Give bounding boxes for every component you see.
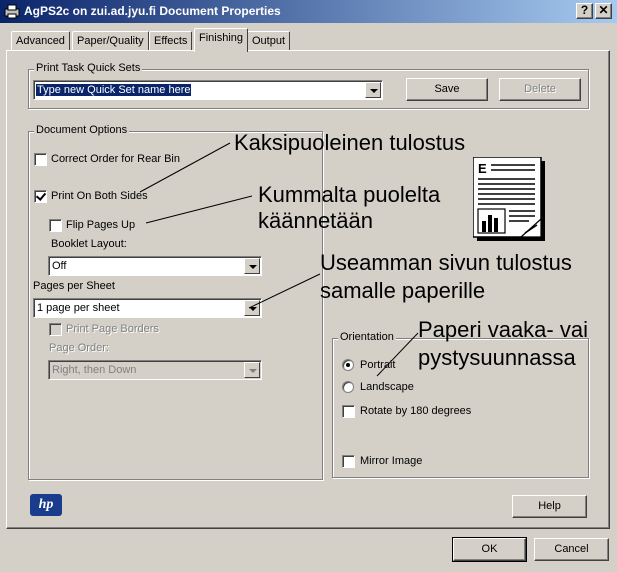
- help-caption-button[interactable]: ?: [576, 3, 593, 19]
- annotation-orientation-line1: Paperi vaaka- vai: [418, 317, 588, 342]
- tab-effects[interactable]: Effects: [149, 31, 193, 51]
- pages-per-sheet-combo[interactable]: 1 page per sheet: [33, 298, 262, 318]
- quick-set-value: Type new Quick Set name here: [36, 84, 192, 96]
- annotation-orientation-line2: pystysuunnassa: [418, 345, 576, 370]
- landscape-radio[interactable]: [342, 381, 354, 393]
- print-both-sides-checkbox[interactable]: [34, 190, 47, 203]
- orientation-label: Orientation: [338, 331, 396, 343]
- document-preview-icon: E: [473, 157, 545, 241]
- page-order-combo[interactable]: Right, then Down: [48, 360, 262, 380]
- flip-pages-up-label: Flip Pages Up: [66, 219, 136, 231]
- print-page-borders-label: Print Page Borders: [66, 323, 159, 335]
- chevron-down-icon[interactable]: [244, 258, 260, 274]
- pages-per-sheet-value: 1 page per sheet: [37, 302, 120, 314]
- page-order-label: Page Order:: [49, 342, 109, 354]
- annotation-duplex: Kaksipuoleinen tulostus: [234, 130, 466, 155]
- tab-paper-quality[interactable]: Paper/Quality: [72, 31, 149, 51]
- ok-button[interactable]: OK: [452, 537, 527, 562]
- tab-finishing[interactable]: Finishing: [194, 28, 249, 52]
- pages-per-sheet-label: Pages per Sheet: [33, 280, 115, 292]
- printer-icon: [4, 4, 20, 19]
- cancel-button[interactable]: Cancel: [534, 538, 609, 561]
- correct-order-checkbox[interactable]: [34, 153, 47, 166]
- tab-advanced[interactable]: Advanced: [11, 31, 70, 51]
- chevron-down-icon[interactable]: [244, 300, 260, 316]
- delete-button[interactable]: Delete: [499, 78, 581, 101]
- chevron-down-icon[interactable]: [244, 362, 260, 378]
- annotation-nup-line2: samalle paperille: [320, 278, 486, 303]
- hp-logo: hp: [30, 494, 62, 516]
- window-title: AgPS2c on zui.ad.jyu.fi Document Propert…: [24, 4, 281, 18]
- annotation-flip-line1: Kummalta puolelta: [258, 182, 441, 207]
- rotate-180-label: Rotate by 180 degrees: [360, 405, 472, 417]
- rotate-180-checkbox[interactable]: [342, 405, 355, 418]
- print-page-borders-checkbox[interactable]: [49, 323, 62, 336]
- mirror-image-label: Mirror Image: [360, 455, 423, 467]
- portrait-label: Portrait: [360, 359, 396, 371]
- tab-output[interactable]: Output: [247, 31, 291, 51]
- quick-set-combo[interactable]: Type new Quick Set name here: [33, 80, 383, 100]
- close-caption-button[interactable]: ✕: [595, 3, 612, 19]
- title-bar: AgPS2c on zui.ad.jyu.fi Document Propert…: [0, 0, 617, 23]
- print-both-sides-label: Print On Both Sides: [51, 190, 148, 202]
- help-button[interactable]: Help: [512, 495, 587, 518]
- page-order-value: Right, then Down: [52, 364, 137, 376]
- correct-order-label: Correct Order for Rear Bin: [51, 153, 180, 165]
- quick-sets-label: Print Task Quick Sets: [34, 62, 143, 74]
- save-button[interactable]: Save: [406, 78, 488, 101]
- svg-text:E: E: [478, 161, 487, 176]
- booklet-layout-value: Off: [52, 260, 67, 272]
- annotation-flip-line2: käännetään: [258, 208, 373, 233]
- mirror-image-checkbox[interactable]: [342, 455, 355, 468]
- chevron-down-icon[interactable]: [365, 82, 381, 98]
- booklet-layout-combo[interactable]: Off: [48, 256, 262, 276]
- annotation-nup-line1: Useamman sivun tulostus: [320, 250, 572, 275]
- flip-pages-up-checkbox[interactable]: [49, 219, 62, 232]
- booklet-layout-label: Booklet Layout:: [51, 238, 127, 250]
- portrait-radio[interactable]: [342, 359, 354, 371]
- document-options-label: Document Options: [34, 124, 130, 136]
- landscape-label: Landscape: [360, 381, 414, 393]
